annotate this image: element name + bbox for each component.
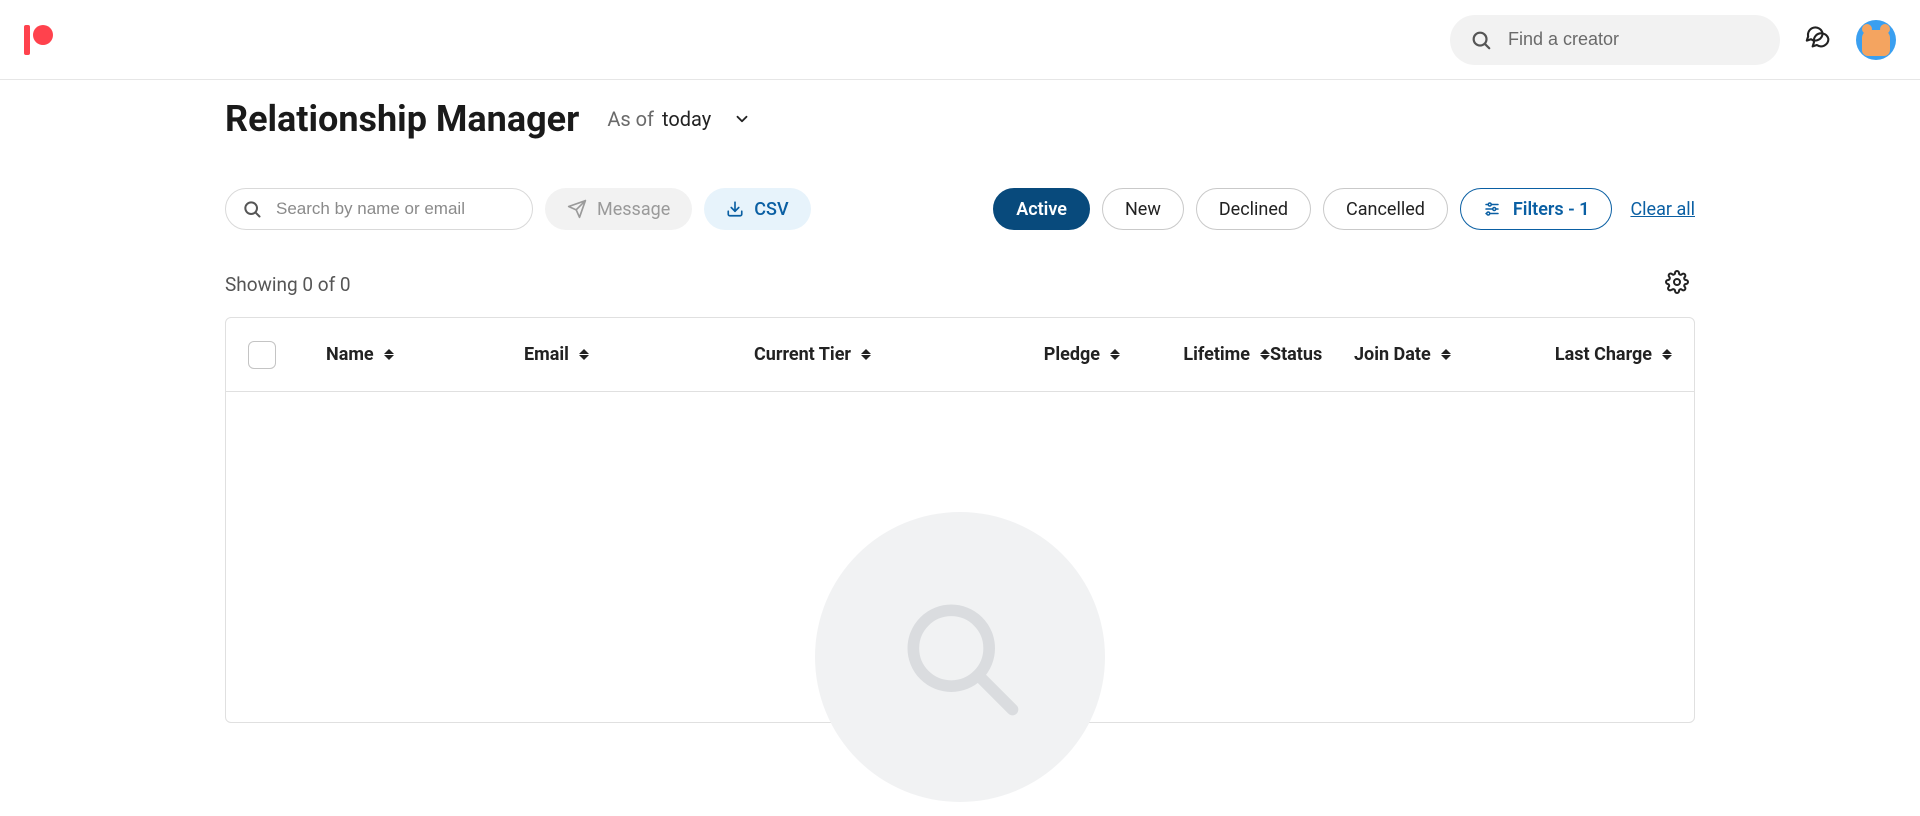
magnifier-icon (890, 587, 1030, 727)
message-label: Message (597, 199, 670, 220)
global-search[interactable] (1450, 15, 1780, 65)
messages-icon[interactable] (1804, 24, 1832, 56)
filters-button[interactable]: Filters - 1 (1460, 188, 1613, 230)
main-content: Relationship Manager As of today Message (225, 80, 1695, 723)
sort-icon (1441, 349, 1451, 360)
members-table: Name Email Current Tier Pledge Lifetime … (225, 317, 1695, 723)
sort-icon (1662, 349, 1672, 360)
empty-state-graphic (815, 512, 1105, 802)
search-icon (1470, 29, 1492, 51)
sort-icon (1260, 349, 1270, 360)
global-header (0, 0, 1920, 80)
member-search-input[interactable] (276, 199, 516, 219)
filters-label: Filters - 1 (1513, 199, 1590, 220)
showing-text: Showing 0 of 0 (225, 273, 351, 296)
sort-icon (861, 349, 871, 360)
as-of-selector[interactable]: As of today (607, 107, 751, 131)
sliders-icon (1483, 200, 1501, 218)
column-tier[interactable]: Current Tier (754, 344, 994, 365)
gear-icon (1665, 270, 1689, 294)
send-icon (567, 199, 587, 219)
member-search[interactable] (225, 188, 533, 230)
search-icon (242, 199, 262, 219)
clear-all-link[interactable]: Clear all (1630, 199, 1695, 220)
user-avatar[interactable] (1856, 20, 1896, 60)
column-email[interactable]: Email (524, 344, 754, 365)
as-of-label: As of (607, 107, 654, 131)
controls-row: Message CSV Active New Declined Cancelle… (225, 188, 1695, 230)
column-pledge[interactable]: Pledge (994, 344, 1120, 365)
csv-label: CSV (754, 199, 788, 220)
header-right (1450, 15, 1896, 65)
patreon-logo[interactable] (24, 25, 53, 55)
status-filter-new[interactable]: New (1102, 188, 1184, 230)
title-row: Relationship Manager As of today (225, 98, 1695, 140)
column-join[interactable]: Join Date (1354, 344, 1506, 365)
column-lifetime[interactable]: Lifetime (1120, 344, 1270, 365)
table-header: Name Email Current Tier Pledge Lifetime … (226, 318, 1694, 392)
showing-row: Showing 0 of 0 (225, 270, 1695, 299)
message-button[interactable]: Message (545, 188, 692, 230)
as-of-value: today (662, 107, 711, 131)
empty-state (226, 392, 1694, 722)
csv-button[interactable]: CSV (704, 188, 810, 230)
table-settings-button[interactable] (1665, 270, 1689, 299)
sort-icon (384, 349, 394, 360)
select-all-checkbox[interactable] (248, 341, 276, 369)
sort-icon (579, 349, 589, 360)
sort-icon (1110, 349, 1120, 360)
column-last-charge[interactable]: Last Charge (1506, 344, 1672, 365)
status-filter-declined[interactable]: Declined (1196, 188, 1311, 230)
global-search-input[interactable] (1508, 29, 1760, 50)
chevron-down-icon (733, 110, 751, 128)
column-name[interactable]: Name (326, 344, 524, 365)
status-filter-active[interactable]: Active (993, 188, 1090, 230)
page-title: Relationship Manager (225, 98, 579, 140)
status-filter-cancelled[interactable]: Cancelled (1323, 188, 1448, 230)
column-status[interactable]: Status (1270, 344, 1354, 365)
download-icon (726, 200, 744, 218)
